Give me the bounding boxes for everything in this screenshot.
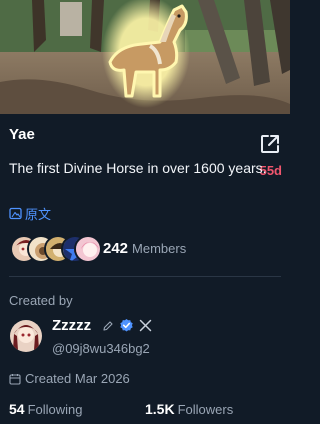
edit-pencil-icon[interactable] [102, 320, 114, 332]
token-description: The first Divine Horse in over 1600 year… [9, 160, 267, 176]
member-count-value: 242 [103, 240, 129, 257]
translate-link[interactable]: 原文 [9, 204, 51, 223]
following-label: Following [27, 402, 83, 417]
translate-label: 原文 [25, 207, 52, 222]
creator-handle: @09j8wu346bg2 [52, 341, 150, 356]
following-count: 54 [9, 401, 25, 417]
creator-badges [102, 318, 152, 333]
verified-badge-icon [120, 318, 133, 332]
calendar-icon [9, 373, 21, 385]
x-logo-icon[interactable] [139, 319, 152, 332]
created-date-label: Created Mar 2026 [25, 371, 130, 386]
external-link-button[interactable] [259, 133, 281, 155]
followers-label: Followers [177, 402, 234, 417]
created-date: Created Mar 2026 [9, 371, 130, 386]
creator-avatar[interactable] [10, 320, 42, 352]
token-banner-image [0, 0, 290, 114]
external-link-icon [261, 135, 279, 153]
followers-count: 1.5K [145, 401, 175, 417]
member-avatar [74, 235, 102, 263]
created-by-label: Created by [9, 293, 73, 308]
following-stat[interactable]: 54 Following [9, 401, 83, 417]
translate-icon [9, 207, 22, 220]
member-count[interactable]: 242 Members [103, 240, 186, 257]
member-count-label: Members [132, 241, 187, 256]
token-name: Yae [9, 126, 35, 143]
creator-name[interactable]: Zzzzz [52, 317, 91, 334]
section-divider [9, 276, 281, 277]
followers-stat[interactable]: 1.5K Followers [145, 401, 233, 417]
member-avatar-stack[interactable] [10, 235, 102, 263]
